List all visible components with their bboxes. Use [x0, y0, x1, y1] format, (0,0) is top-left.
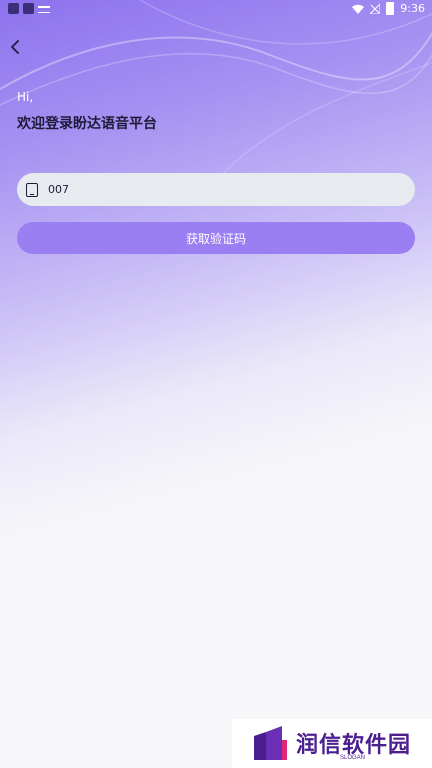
watermark-logo-icon [254, 726, 287, 760]
phone-field[interactable] [17, 173, 415, 206]
app-notification-icon [8, 3, 19, 14]
chevron-left-icon[interactable] [8, 38, 24, 56]
phone-input[interactable] [46, 182, 390, 197]
background-waves [0, 0, 432, 200]
greeting-text: Hi, [17, 90, 34, 104]
get-code-button[interactable]: 获取验证码 [17, 222, 415, 254]
watermark-slogan: SLOGAN [340, 755, 366, 761]
notification-icons [8, 3, 50, 14]
page-title: 欢迎登录盼达语音平台 [17, 116, 157, 132]
battery-icon [386, 2, 395, 15]
no-signal-icon [370, 3, 381, 14]
phone-icon [26, 182, 38, 197]
wifi-icon [352, 4, 365, 14]
watermark: 润信软件园 SLOGAN [232, 719, 432, 768]
status-time: 9:36 [400, 2, 425, 15]
app-notification-icon [23, 3, 34, 14]
keyboard-icon [38, 6, 50, 13]
status-bar: 9:36 [0, 0, 432, 18]
